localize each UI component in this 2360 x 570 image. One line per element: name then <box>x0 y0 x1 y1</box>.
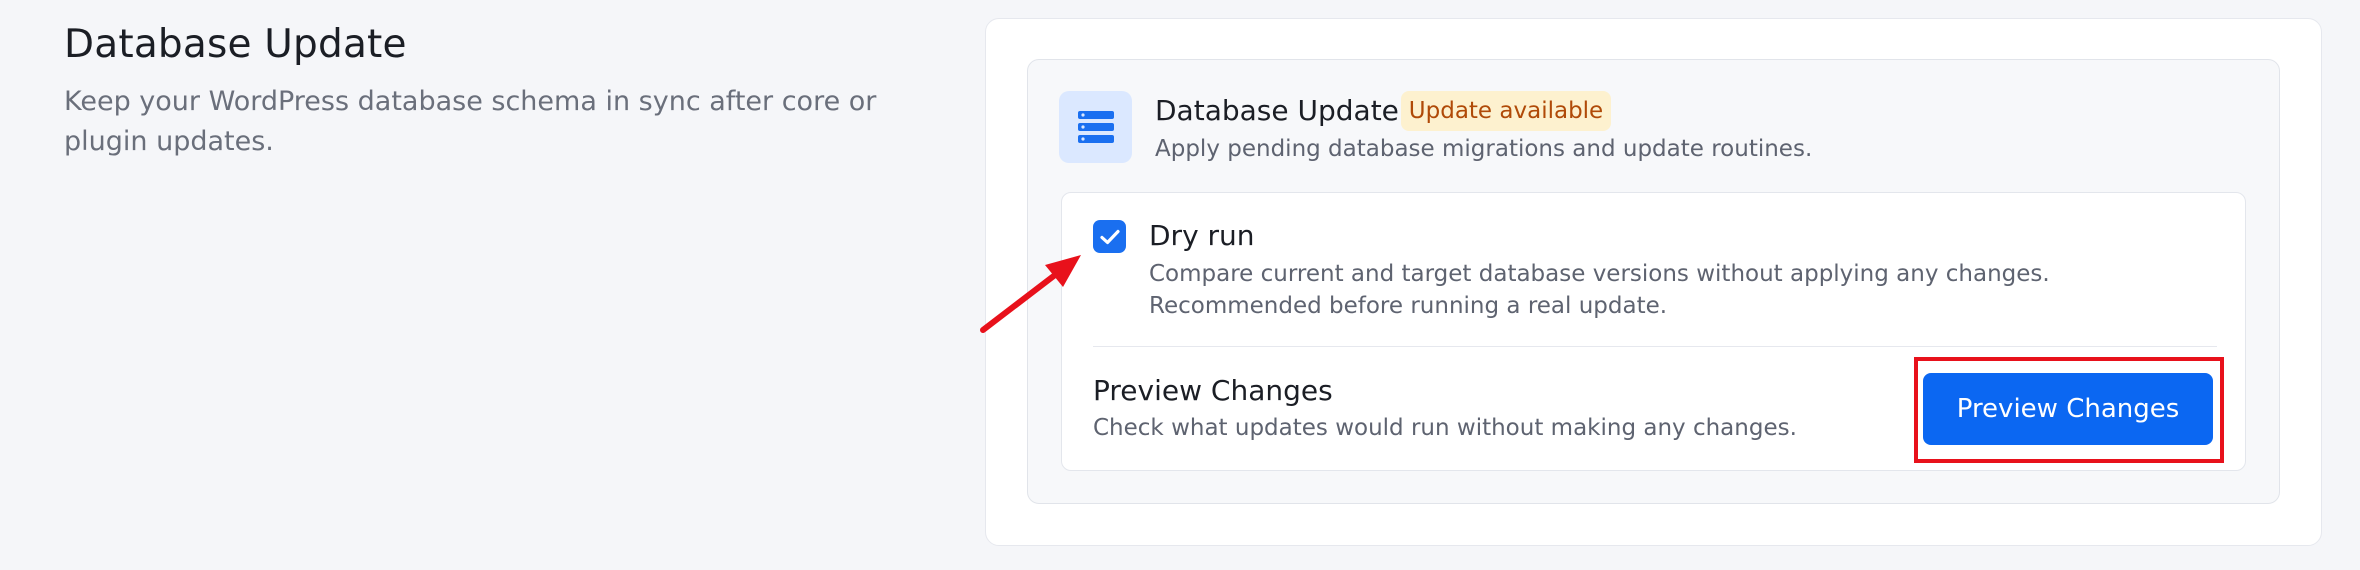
divider <box>1093 346 2217 347</box>
preview-changes-description: Check what updates would run without mak… <box>1093 415 1797 441</box>
annotation-arrow-icon <box>980 255 1081 333</box>
checkmark-icon <box>1099 229 1120 244</box>
dry-run-checkbox[interactable] <box>1093 220 1126 253</box>
card-title: Database Update <box>1155 94 1399 127</box>
preview-changes-title: Preview Changes <box>1093 374 1333 407</box>
page-title: Database Update <box>64 22 407 67</box>
dry-run-description: Compare current and target database vers… <box>1149 261 2050 319</box>
card-description: Apply pending database migrations and up… <box>1155 136 1813 162</box>
page-description: Keep your WordPress database schema in s… <box>64 86 877 157</box>
dry-run-label[interactable]: Dry run <box>1149 219 1255 252</box>
database-icon <box>1059 91 1132 163</box>
status-badge: Update available <box>1401 91 1611 131</box>
preview-changes-button[interactable]: Preview Changes <box>1923 373 2213 445</box>
